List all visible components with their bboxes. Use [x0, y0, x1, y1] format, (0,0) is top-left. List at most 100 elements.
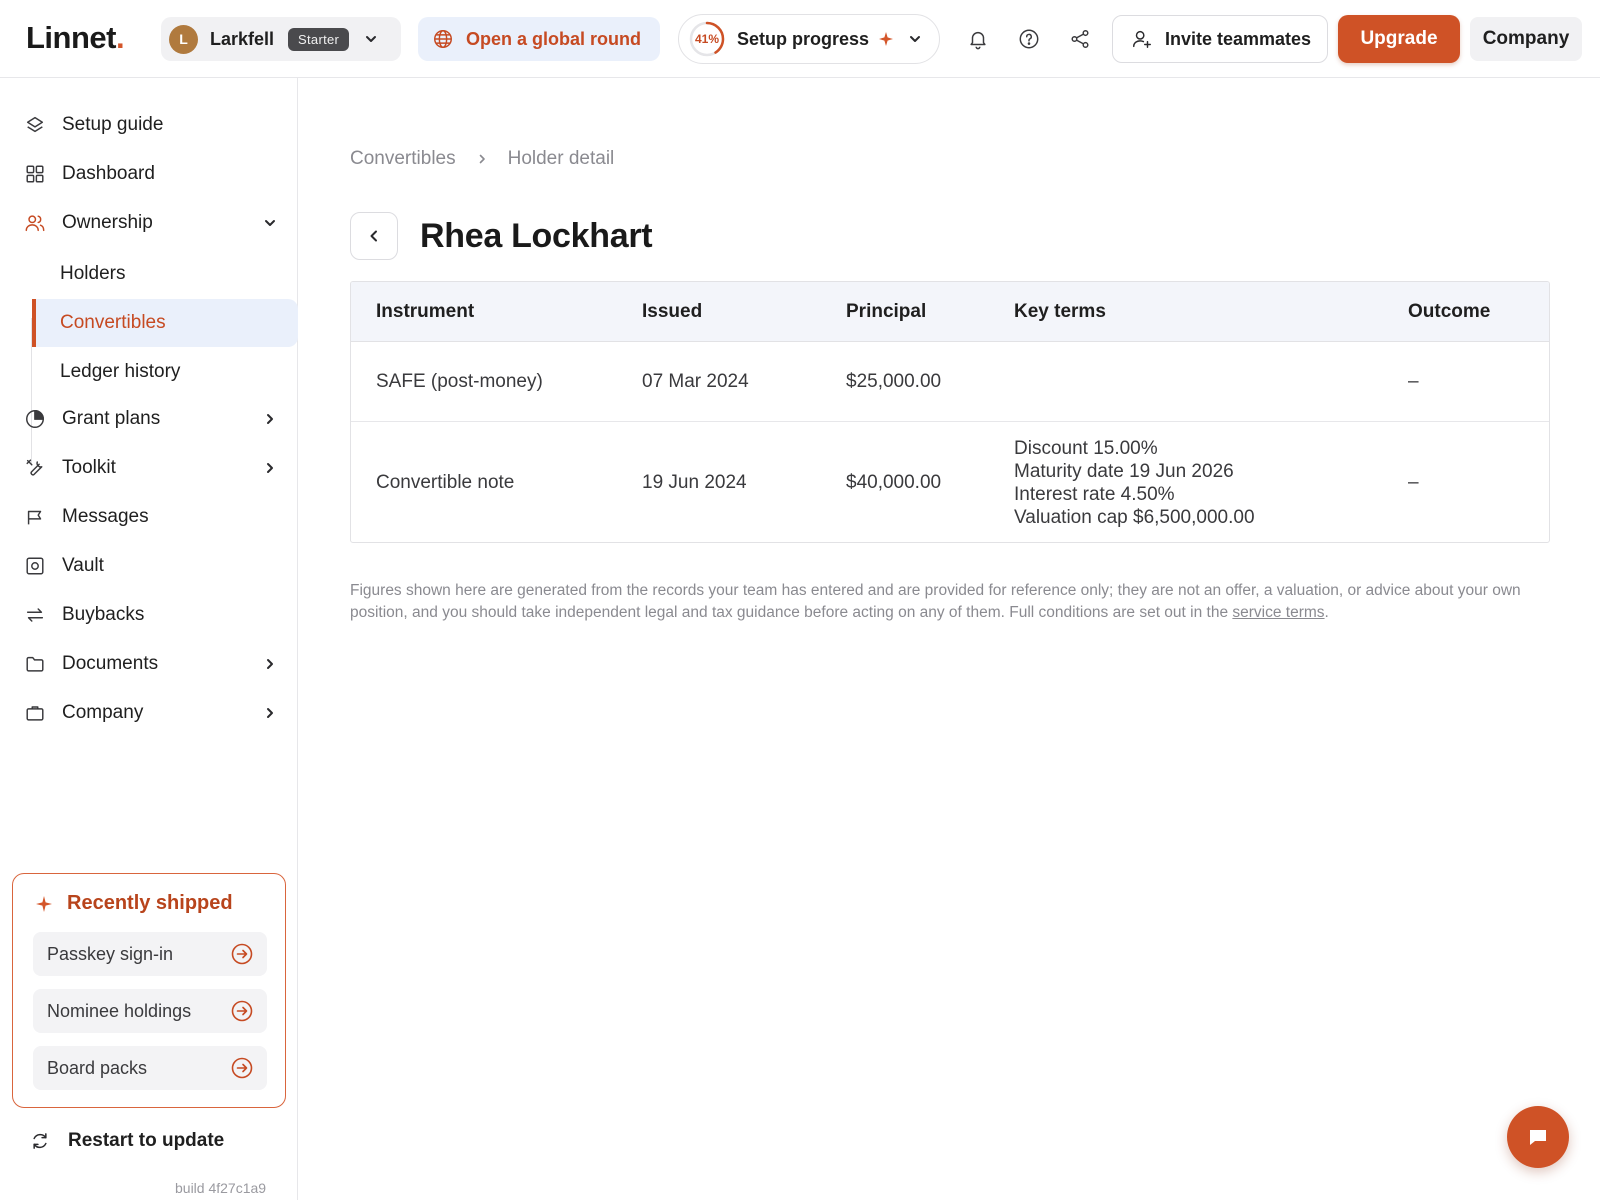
arrow-right-circle-icon [231, 1057, 253, 1079]
plan-badge: Starter [288, 27, 350, 51]
cell-principal: $40,000.00 [846, 472, 942, 493]
company-button[interactable]: Company [1470, 17, 1582, 61]
open-global-round-button[interactable]: Open a global round [418, 17, 660, 61]
service-terms-link[interactable]: service terms [1232, 604, 1324, 621]
cell-key-terms: Discount 15.00% Maturity date 19 Jun 202… [1014, 437, 1255, 529]
chevron-down-icon [910, 36, 921, 42]
cell-issued: 19 Jun 2024 [642, 472, 747, 493]
page-title: Rhea Lockhart [420, 217, 653, 255]
cell-outcome: – [1408, 472, 1419, 493]
folder-icon [26, 656, 44, 672]
sidebar-item-toolkit[interactable]: Toolkit [0, 445, 298, 491]
people-icon [25, 215, 45, 232]
chat-button[interactable] [1507, 1106, 1569, 1168]
column-header-principal[interactable]: Principal [846, 282, 926, 342]
main-content: Convertibles Holder detail Rhea Lockhart… [299, 78, 1600, 1200]
sidebar-subitem-ledger-history[interactable]: Ledger history [32, 348, 298, 396]
org-name: Larkfell [210, 28, 275, 49]
sidebar-item-label: Setup guide [62, 114, 164, 135]
arrow-right-circle-icon [231, 1000, 253, 1022]
cell-outcome: – [1408, 371, 1419, 392]
sparkle-icon [879, 32, 894, 46]
shipped-item-passkey-sign-in[interactable]: Passkey sign-in [33, 932, 267, 976]
tools-icon [26, 459, 43, 476]
convertibles-table: Instrument Issued Principal Key terms Ou… [350, 281, 1550, 543]
sidebar-item-documents[interactable]: Documents [0, 641, 298, 687]
cell-instrument: SAFE (post-money) [376, 371, 543, 392]
chat-icon [1530, 1130, 1546, 1145]
shipped-item-nominee-holdings[interactable]: Nominee holdings [33, 989, 267, 1033]
refresh-icon [33, 1133, 47, 1149]
setup-progress-ring: 41% [689, 21, 725, 57]
sparkle-icon [36, 895, 52, 912]
cell-instrument: Convertible note [376, 472, 515, 493]
column-header-issued[interactable]: Issued [642, 282, 702, 342]
share-button[interactable] [1064, 23, 1096, 55]
table-header: Instrument Issued Principal Key terms Ou… [351, 282, 1549, 342]
org-avatar: L [169, 24, 198, 54]
invite-teammates-label: Invite teammates [1165, 28, 1312, 49]
help-icon [1019, 29, 1039, 49]
back-button[interactable] [350, 212, 398, 260]
sidebar-item-messages[interactable]: Messages [0, 494, 298, 540]
vault-icon [26, 557, 44, 575]
table-row[interactable]: SAFE (post-money) 07 Mar 2024 $25,000.00… [351, 342, 1549, 422]
disclaimer: Figures shown here are generated from th… [350, 582, 1521, 621]
sidebar-item-company[interactable]: Company [0, 690, 298, 736]
sidebar: Setup guide Dashboard Ownership Holders … [0, 78, 298, 1200]
sidebar-item-label: Grant plans [62, 408, 161, 429]
cell-principal: $25,000.00 [846, 371, 942, 392]
term-valuation-cap: Valuation cap $6,500,000.00 [1014, 507, 1255, 528]
breadcrumb-convertibles[interactable]: Convertibles [350, 148, 456, 170]
pie-icon [26, 410, 44, 428]
sidebar-item-grant-plans[interactable]: Grant plans [0, 396, 298, 442]
help-button[interactable] [1013, 23, 1045, 55]
column-header-outcome[interactable]: Outcome [1408, 282, 1490, 342]
invite-teammates-button[interactable]: Invite teammates [1112, 15, 1328, 63]
top-bar: Linnet. L Larkfell Starter Open a global… [0, 0, 1600, 78]
chevron-left-icon [370, 230, 377, 242]
shipped-item-board-packs[interactable]: Board packs [33, 1046, 267, 1090]
arrow-right-circle-icon [231, 943, 253, 965]
sidebar-item-ownership[interactable]: Ownership [0, 200, 298, 246]
build-label: build 4f27c1a9 [175, 1180, 267, 1196]
swap-icon [26, 608, 44, 622]
sidebar-item-label: Toolkit [62, 457, 116, 478]
restart-to-update-button[interactable]: Restart to update [30, 1130, 224, 1152]
sidebar-item-vault[interactable]: Vault [0, 543, 298, 589]
sidebar-item-dashboard[interactable]: Dashboard [0, 151, 298, 197]
table-row[interactable]: Convertible note 19 Jun 2024 $40,000.00 … [351, 422, 1549, 542]
sidebar-item-label: Messages [62, 506, 149, 527]
chevron-right-icon [267, 659, 273, 669]
sidebar-item-buybacks[interactable]: Buybacks [0, 592, 298, 638]
chevron-right-icon [267, 463, 273, 473]
recently-shipped-card: Recently shipped Passkey sign-in Nominee… [12, 873, 286, 1108]
chevron-right-icon [267, 414, 273, 424]
chevron-right-icon [267, 708, 273, 718]
sidebar-subitem-holders[interactable]: Holders [32, 250, 298, 298]
setup-progress-button[interactable]: 41% Setup progress [678, 14, 940, 64]
org-switcher[interactable]: L Larkfell Starter [161, 17, 401, 61]
bell-icon [970, 31, 986, 50]
chevron-down-icon [366, 36, 377, 42]
upgrade-button[interactable]: Upgrade [1338, 15, 1460, 63]
sidebar-subitem-convertibles[interactable]: Convertibles [32, 299, 298, 347]
brand-logo[interactable]: Linnet. [26, 18, 125, 58]
sidebar-item-label: Documents [62, 653, 159, 674]
column-header-instrument[interactable]: Instrument [376, 282, 474, 342]
flag-icon [27, 510, 42, 525]
add-user-icon [1133, 30, 1151, 48]
sidebar-item-setup-guide[interactable]: Setup guide [0, 102, 298, 148]
notifications-button[interactable] [962, 23, 994, 55]
sidebar-item-label: Company [62, 702, 144, 723]
cell-issued: 07 Mar 2024 [642, 371, 749, 392]
setup-progress-label: Setup progress [737, 28, 870, 49]
briefcase-icon [26, 706, 44, 721]
breadcrumb: Convertibles Holder detail [350, 148, 614, 170]
sidebar-item-label: Dashboard [62, 163, 155, 184]
chevron-right-icon [479, 154, 485, 164]
term-interest-rate: Interest rate 4.50% [1014, 484, 1175, 505]
setup-progress-percent: 41% [694, 32, 720, 46]
sidebar-item-label: Vault [62, 555, 104, 576]
term-maturity-date: Maturity date 19 Jun 2026 [1014, 461, 1234, 482]
